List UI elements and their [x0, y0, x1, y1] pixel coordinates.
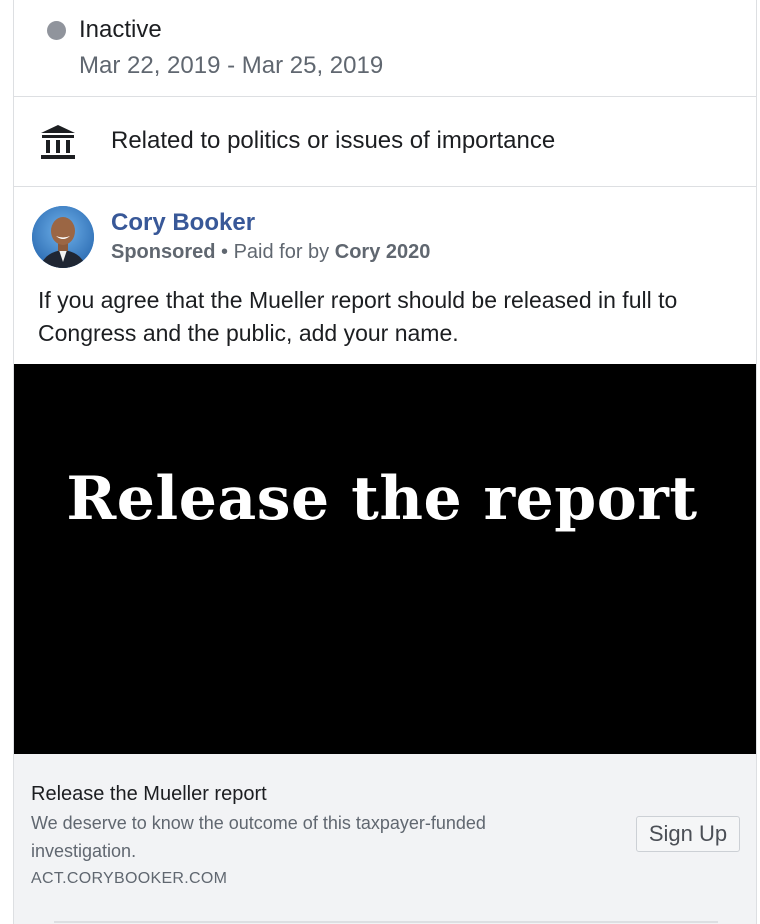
sponsored-line: Sponsored • Paid for by Cory 2020 [111, 241, 430, 264]
category-label: Related to politics or issues of importa… [111, 127, 556, 154]
status-label: Inactive [79, 16, 162, 43]
creative-headline: Release the report [66, 464, 698, 534]
category-section: Related to politics or issues of importa… [14, 97, 756, 187]
divider [54, 921, 718, 923]
link-description: We deserve to know the outcome of this t… [31, 813, 486, 861]
avatar[interactable] [32, 206, 94, 268]
sign-up-button[interactable]: Sign Up [636, 816, 740, 852]
status-section: Inactive Mar 22, 2019 - Mar 25, 2019 [14, 0, 756, 97]
building-icon [41, 125, 75, 159]
ad-body-text: If you agree that the Mueller report sho… [38, 287, 678, 346]
date-range: Mar 22, 2019 - Mar 25, 2019 [79, 52, 384, 79]
paid-for-by: Cory 2020 [334, 241, 431, 263]
status-dot-icon [47, 21, 66, 40]
sponsored-label: Sponsored [111, 241, 216, 263]
link-title[interactable]: Release the Mueller report [31, 783, 267, 806]
link-preview[interactable]: Release the Mueller report We deserve to… [14, 754, 756, 924]
avatar-photo [32, 206, 94, 268]
separator-dot: • [215, 241, 234, 263]
ad-card: Inactive Mar 22, 2019 - Mar 25, 2019 Rel… [13, 0, 757, 924]
paid-for-prefix: Paid for by [233, 241, 335, 263]
advertiser-name-link[interactable]: Cory Booker [111, 209, 255, 237]
ad-creative-image[interactable] [14, 364, 756, 754]
link-domain: ACT.CORYBOOKER.COM [31, 870, 228, 887]
